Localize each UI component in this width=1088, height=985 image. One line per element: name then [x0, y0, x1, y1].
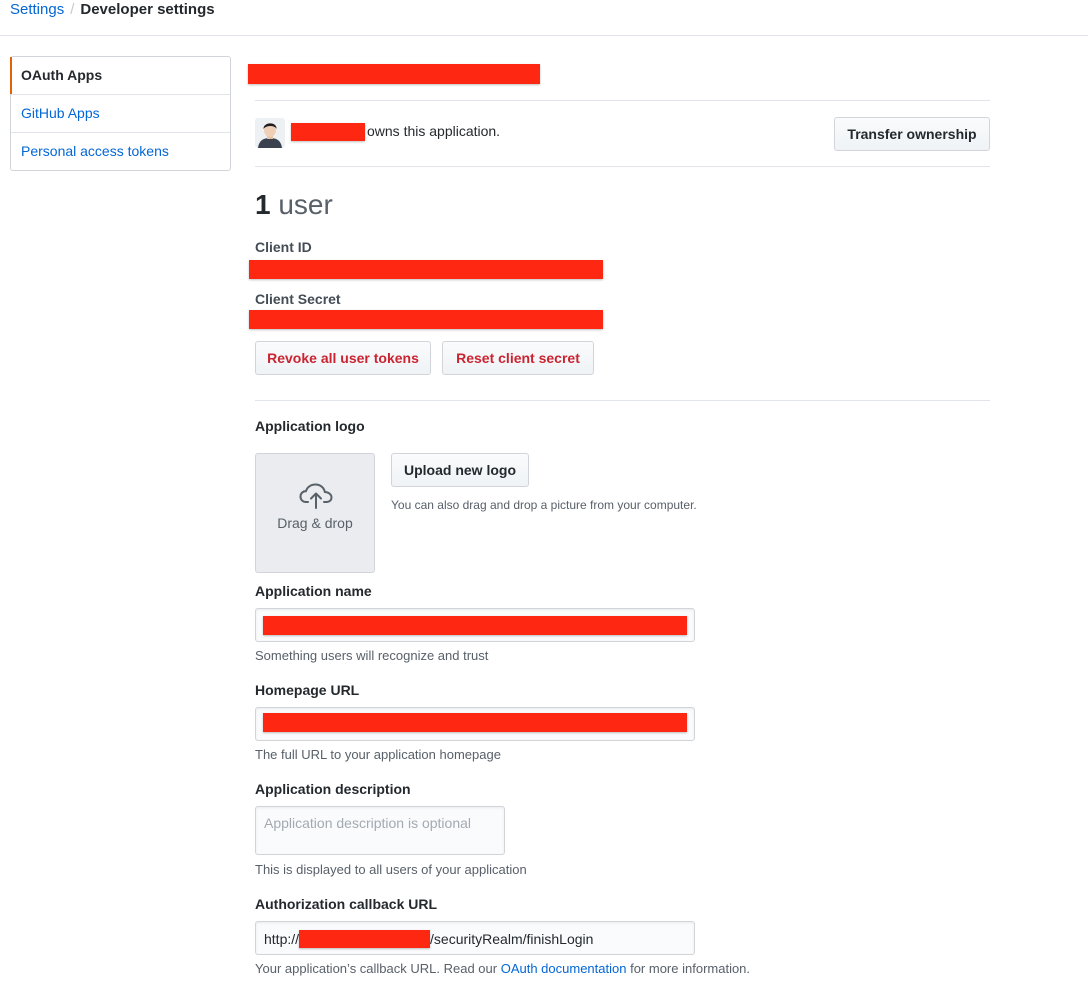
- upload-logo-button[interactable]: Upload new logo: [391, 453, 529, 487]
- client-secret-label: Client Secret: [255, 291, 341, 307]
- description-label: Application description: [255, 781, 411, 797]
- sidebar-item-personal-access-tokens[interactable]: Personal access tokens: [11, 132, 230, 170]
- owner-divider: [255, 166, 990, 167]
- callback-suffix: /securityRealm/finishLogin: [430, 931, 594, 947]
- header-divider: [0, 35, 1088, 36]
- callback-host-redacted: [299, 930, 431, 948]
- transfer-ownership-button[interactable]: Transfer ownership: [834, 117, 990, 151]
- callback-label: Authorization callback URL: [255, 896, 438, 912]
- cloud-upload-icon: [299, 483, 333, 509]
- avatar-image: [255, 118, 285, 148]
- callback-help-before: Your application’s callback URL. Read ou…: [255, 961, 498, 976]
- callback-url-field[interactable]: http:// /securityRealm/finishLogin: [255, 921, 695, 955]
- title-divider: [255, 100, 990, 101]
- user-count: 1 user: [255, 188, 333, 222]
- breadcrumb-settings-link[interactable]: Settings: [10, 1, 64, 18]
- user-count-number: 1: [255, 189, 271, 220]
- avatar[interactable]: [255, 118, 285, 148]
- homepage-help: The full URL to your application homepag…: [255, 747, 501, 762]
- callback-prefix: http://: [264, 931, 300, 947]
- description-field[interactable]: [255, 806, 505, 855]
- callback-url-value: http:// /securityRealm/finishLogin: [264, 930, 593, 948]
- app-name-help: Something users will recognize and trust: [255, 648, 489, 663]
- app-title-redacted: [248, 64, 540, 84]
- breadcrumb-separator: /: [70, 1, 75, 18]
- description-help: This is displayed to all users of your a…: [255, 862, 527, 877]
- breadcrumb-current: Developer settings: [80, 1, 215, 18]
- owner-name-redacted: [291, 123, 365, 141]
- sidebar-item-oauth-apps[interactable]: OAuth Apps: [10, 57, 230, 94]
- homepage-url-field[interactable]: [255, 707, 695, 741]
- app-name-value-redacted: [263, 616, 687, 635]
- callback-help-after: for more information.: [630, 961, 751, 976]
- reset-secret-button[interactable]: Reset client secret: [442, 341, 594, 375]
- description-textarea[interactable]: [256, 807, 504, 854]
- client-secret-redacted: [249, 310, 603, 329]
- homepage-label: Homepage URL: [255, 682, 360, 698]
- sidebar-item-github-apps[interactable]: GitHub Apps: [11, 94, 230, 132]
- client-id-label: Client ID: [255, 239, 312, 255]
- user-count-unit: user: [278, 189, 333, 220]
- callback-help: Your application’s callback URL. Read ou…: [255, 961, 750, 976]
- logo-dropzone[interactable]: Drag & drop: [255, 453, 375, 573]
- logo-label: Application logo: [255, 418, 365, 434]
- app-name-field[interactable]: [255, 608, 695, 642]
- breadcrumb: Settings / Developer settings: [10, 1, 215, 19]
- homepage-value-redacted: [263, 713, 687, 732]
- owner-text: owns this application.: [367, 123, 501, 139]
- dropzone-text: Drag & drop: [277, 515, 353, 531]
- client-id-redacted: [249, 260, 603, 279]
- app-name-label: Application name: [255, 583, 372, 599]
- upload-hint: You can also drag and drop a picture fro…: [391, 498, 697, 512]
- sidebar-menu: OAuth Apps GitHub Apps Personal access t…: [10, 56, 231, 171]
- credentials-divider: [255, 400, 990, 401]
- oauth-documentation-link[interactable]: OAuth documentation: [501, 961, 627, 976]
- revoke-tokens-button[interactable]: Revoke all user tokens: [255, 341, 431, 375]
